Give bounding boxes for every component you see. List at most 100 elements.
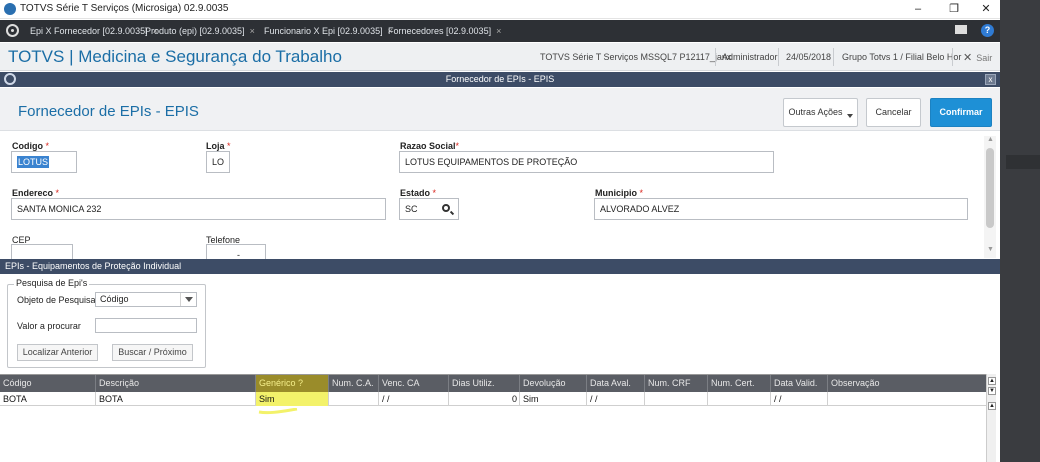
cell-data-valid[interactable]: / / (771, 392, 828, 406)
background-ghost-element (1006, 155, 1040, 169)
column-header-num-crf[interactable]: Num. CRF (645, 375, 708, 392)
razao-social-label: Razao Social* (400, 141, 459, 151)
required-marker: * (455, 141, 460, 151)
cancel-button[interactable]: Cancelar (866, 98, 921, 127)
form-header: Fornecedor de EPIs - EPIS Outras Ações C… (0, 88, 1000, 131)
cell-codigo[interactable]: BOTA (0, 392, 96, 406)
app-brand-title: TOTVS | Medicina e Segurança do Trabalho (8, 47, 342, 66)
cell-venc-ca[interactable]: / / (379, 392, 449, 406)
telefone-input[interactable]: - (206, 244, 266, 259)
column-header-codigo[interactable]: Código (0, 375, 96, 392)
cell-devolucao[interactable]: Sim (520, 392, 587, 406)
search-object-select[interactable]: Código (95, 292, 197, 307)
dialog-titlebar: Fornecedor de EPIs - EPIS x (0, 72, 1000, 87)
tab-label: Funcionario X Epi [02.9.0035] (264, 26, 383, 36)
cell-generico[interactable]: Sim (256, 392, 329, 406)
table-row[interactable]: BOTA BOTA Sim / / 0 Sim / / / / (0, 392, 986, 406)
branch-info[interactable]: Grupo Totvs 1 / Filial Belo Hor (842, 52, 961, 62)
loja-label: Loja * (206, 141, 231, 151)
close-icon: ✕ (963, 52, 973, 64)
header-divider (952, 48, 953, 66)
column-header-observacao[interactable]: Observação (828, 375, 986, 392)
grid-scroll-bottom-icon[interactable]: ▼ (988, 387, 996, 395)
razao-social-input[interactable]: LOTUS EQUIPAMENTOS DE PROTEÇÃO (399, 151, 774, 173)
tab-label: Fornecedores [02.9.0035] (388, 26, 492, 36)
scroll-up-icon[interactable]: ▲ (987, 136, 994, 143)
municipio-input[interactable]: ALVORADO ALVEZ (594, 198, 968, 220)
header-divider (833, 48, 834, 66)
column-header-num-cert[interactable]: Num. Cert. (708, 375, 771, 392)
column-header-data-valid[interactable]: Data Valid. (771, 375, 828, 392)
search-icon[interactable] (442, 204, 450, 212)
required-marker: * (55, 188, 60, 198)
column-header-devolucao[interactable]: Devolução (520, 375, 587, 392)
tab-fornecedores[interactable]: Fornecedores [02.9.0035] × (388, 23, 501, 39)
right-background-strip (1000, 0, 1040, 462)
cep-input[interactable] (11, 244, 73, 259)
confirm-button[interactable]: Confirmar (930, 98, 992, 127)
environment-info: TOTVS Série T Serviços MSSQL7 P12117_jan… (540, 52, 732, 62)
tab-funcionario-epi[interactable]: Funcionario X Epi [02.9.0035] × (264, 23, 393, 39)
chevron-down-icon (846, 114, 853, 118)
exit-button[interactable]: ✕ Sair (963, 51, 992, 64)
endereco-input[interactable]: SANTA MONICA 232 (11, 198, 386, 220)
column-header-dias-utiliz[interactable]: Dias Utiliz. (449, 375, 520, 392)
tab-close-icon[interactable]: × (250, 26, 255, 36)
estado-label: Estado * (400, 188, 436, 198)
mail-icon[interactable] (955, 25, 967, 34)
cell-num-cert[interactable] (708, 392, 771, 406)
label-text: Estado (400, 188, 431, 198)
tab-epi-fornecedor[interactable]: Epi X Fornecedor [02.9.0035] × (30, 23, 158, 39)
estado-input[interactable]: SC (399, 198, 459, 220)
required-marker: * (432, 188, 437, 198)
scrollbar-thumb[interactable] (986, 148, 994, 228)
home-menu-icon[interactable] (6, 24, 19, 37)
column-header-descricao[interactable]: Descrição (96, 375, 256, 392)
epis-panel: Pesquisa de Epi's Objeto de Pesquisa Cód… (0, 274, 1000, 462)
fields-scrollbar[interactable]: ▲ ▼ (984, 136, 996, 258)
cell-descricao[interactable]: BOTA (96, 392, 256, 406)
dialog-title: Fornecedor de EPIs - EPIS (445, 74, 555, 84)
cell-dias-utiliz[interactable]: 0 (449, 392, 520, 406)
cell-data-aval[interactable]: / / (587, 392, 645, 406)
grid-scroll-top-icon[interactable]: ▲ (988, 377, 996, 385)
form-title: Fornecedor de EPIs - EPIS (18, 103, 199, 120)
label-text: Codigo (12, 141, 43, 151)
cell-observacao[interactable] (828, 392, 986, 406)
column-header-venc-ca[interactable]: Venc. CA (379, 375, 449, 392)
grid-scroll-up-icon[interactable]: ▲ (988, 402, 996, 410)
codigo-input[interactable]: LOTUS (11, 151, 77, 173)
endereco-label: Endereco * (12, 188, 59, 198)
dialog-close-button[interactable]: x (985, 74, 996, 85)
column-header-data-aval[interactable]: Data Aval. (587, 375, 645, 392)
tab-produto-epi[interactable]: Produto (epi) [02.9.0035] × (145, 23, 255, 39)
find-next-button[interactable]: Buscar / Próximo (112, 344, 193, 361)
search-value-input[interactable] (95, 318, 197, 333)
epis-section-title: EPIs - Equipamentos de Proteção Individu… (0, 259, 1000, 274)
window-title: TOTVS Série T Serviços (Microsiga) 02.9.… (20, 3, 229, 14)
telefone-value: - (237, 250, 240, 259)
scroll-down-icon[interactable]: ▼ (987, 246, 994, 253)
search-group-legend: Pesquisa de Epi's (14, 278, 90, 288)
razao-social-value: LOTUS EQUIPAMENTOS DE PROTEÇÃO (405, 157, 578, 167)
required-marker: * (45, 141, 50, 151)
cell-num-ca[interactable] (329, 392, 379, 406)
tab-close-icon[interactable]: × (496, 26, 501, 36)
search-group: Pesquisa de Epi's Objeto de Pesquisa Cód… (7, 278, 206, 368)
required-marker: * (227, 141, 231, 151)
other-actions-button[interactable]: Outras Ações (783, 98, 858, 127)
column-header-num-ca[interactable]: Num. C.A. (329, 375, 379, 392)
help-icon[interactable]: ? (981, 24, 994, 37)
minimize-button[interactable]: – (906, 1, 930, 17)
close-window-button[interactable]: ✕ (974, 1, 998, 17)
codigo-label: Codigo * (12, 141, 49, 151)
column-header-generico[interactable]: Genérico ? (256, 375, 329, 392)
maximize-button[interactable]: ❐ (942, 1, 966, 17)
loja-input[interactable]: LO (206, 151, 230, 173)
highlighter-annotation (258, 408, 298, 415)
endereco-value: SANTA MONICA 232 (17, 204, 102, 214)
label-text: Municipio (595, 188, 637, 198)
search-object-value: Código (100, 294, 129, 304)
cell-num-crf[interactable] (645, 392, 708, 406)
find-previous-button[interactable]: Localizar Anterior (17, 344, 98, 361)
